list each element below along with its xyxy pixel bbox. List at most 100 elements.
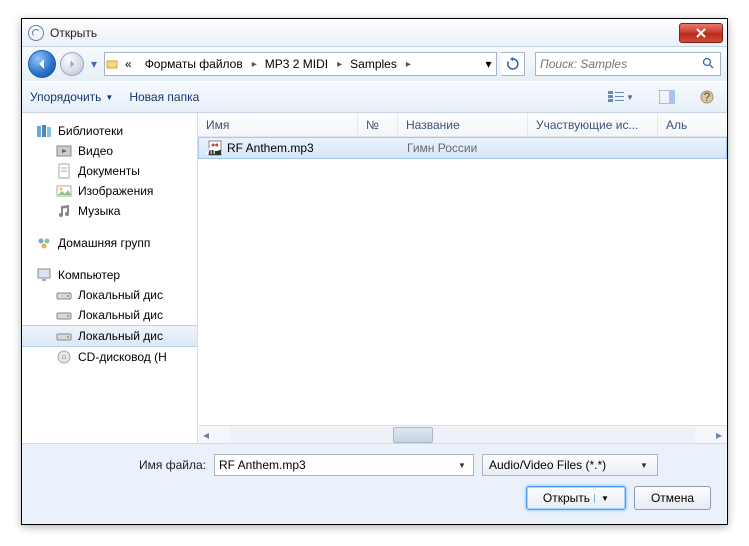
svg-text:?: ? xyxy=(704,90,711,104)
horizontal-scrollbar[interactable]: ◂ ▸ xyxy=(198,425,727,443)
filename-label: Имя файла: xyxy=(36,458,206,472)
sidebar-label: Изображения xyxy=(78,184,153,198)
drive-icon xyxy=(56,328,72,344)
chevron-down-icon: ▼ xyxy=(637,461,651,470)
sidebar-video[interactable]: Видео xyxy=(22,141,197,161)
scroll-left-button[interactable]: ◂ xyxy=(198,427,214,443)
organize-label: Упорядочить xyxy=(30,90,101,104)
col-artists[interactable]: Участвующие ис... xyxy=(528,113,658,136)
sidebar-label: Музыка xyxy=(78,204,120,218)
nav-forward-button[interactable] xyxy=(60,52,84,76)
breadcrumb-bar[interactable]: « Форматы файлов ▸ MP3 2 MIDI ▸ Samples … xyxy=(104,52,497,76)
breadcrumb-dropdown[interactable]: ▾ xyxy=(482,53,496,75)
drive-icon xyxy=(56,307,72,323)
view-list-icon xyxy=(608,90,626,104)
window-title: Открыть xyxy=(50,26,679,40)
sidebar-cd-drive[interactable]: CD-дисковод (H xyxy=(22,347,197,367)
images-icon xyxy=(56,183,72,199)
nav-back-button[interactable] xyxy=(28,50,56,78)
chevron-down-icon[interactable]: ▼ xyxy=(594,494,609,503)
nav-bar: ▾ « Форматы файлов ▸ MP3 2 MIDI ▸ Sample… xyxy=(22,47,727,81)
search-input[interactable] xyxy=(540,57,702,71)
filename-input[interactable] xyxy=(219,458,455,472)
app-icon xyxy=(28,25,44,41)
computer-icon xyxy=(36,267,52,283)
chevron-right-icon: ▸ xyxy=(335,59,344,70)
help-icon: ? xyxy=(699,89,715,105)
sidebar-localdisk-3[interactable]: Локальный дис xyxy=(22,325,197,347)
scroll-right-button[interactable]: ▸ xyxy=(711,427,727,443)
new-folder-button[interactable]: Новая папка xyxy=(129,90,199,104)
filename-combo[interactable]: ▼ xyxy=(214,454,474,476)
col-title[interactable]: Название xyxy=(398,113,528,136)
sidebar-label: CD-дисковод (H xyxy=(78,350,167,364)
sidebar-homegroup[interactable]: Домашняя групп xyxy=(22,233,197,253)
navigation-pane: Библиотеки Видео Документы Изображения М… xyxy=(22,113,198,443)
mp3-file-icon: MP3 xyxy=(207,140,223,156)
preview-pane-button[interactable] xyxy=(655,86,679,108)
close-button[interactable] xyxy=(679,23,723,43)
help-button[interactable]: ? xyxy=(695,86,719,108)
sidebar-music[interactable]: Музыка xyxy=(22,201,197,221)
cancel-button[interactable]: Отмена xyxy=(634,486,711,510)
nav-history-dropdown[interactable]: ▾ xyxy=(88,57,100,71)
file-filter-combo[interactable]: Audio/Video Files (*.*) ▼ xyxy=(482,454,658,476)
view-mode-button[interactable]: ▼ xyxy=(603,86,639,108)
sidebar-localdisk-2[interactable]: Локальный дис xyxy=(22,305,197,325)
breadcrumb-seg-formats[interactable]: Форматы файлов xyxy=(139,53,250,75)
search-icon xyxy=(702,57,716,72)
file-row[interactable]: MP3 RF Anthem.mp3 Гимн России xyxy=(198,137,727,159)
refresh-icon xyxy=(506,57,520,71)
search-box[interactable] xyxy=(535,52,721,76)
breadcrumb-seg-mp32midi[interactable]: MP3 2 MIDI xyxy=(259,53,335,75)
file-name-cell: MP3 RF Anthem.mp3 xyxy=(199,140,359,156)
folder-icon xyxy=(105,57,118,71)
sidebar-libraries[interactable]: Библиотеки xyxy=(22,121,197,141)
column-headers: Имя № Название Участвующие ис... Аль xyxy=(198,113,727,137)
chevron-down-icon: ▼ xyxy=(105,93,113,102)
title-bar: Открыть xyxy=(22,19,727,47)
organize-button[interactable]: Упорядочить ▼ xyxy=(30,90,113,104)
col-album[interactable]: Аль xyxy=(658,113,727,136)
breadcrumb-chevrons[interactable]: « xyxy=(119,53,139,75)
sidebar-images[interactable]: Изображения xyxy=(22,181,197,201)
open-label: Открыть xyxy=(543,491,590,505)
open-button[interactable]: Открыть ▼ xyxy=(526,486,626,510)
file-list-pane: Имя № Название Участвующие ис... Аль MP3… xyxy=(198,113,727,443)
col-number[interactable]: № xyxy=(358,113,398,136)
scroll-thumb[interactable] xyxy=(393,427,433,443)
filter-label: Audio/Video Files (*.*) xyxy=(489,458,637,472)
sidebar-documents[interactable]: Документы xyxy=(22,161,197,181)
sidebar-label: Домашняя групп xyxy=(58,236,150,250)
libraries-icon xyxy=(36,123,52,139)
sidebar-label: Компьютер xyxy=(58,268,120,282)
sidebar-label: Локальный дис xyxy=(78,308,163,322)
arrow-left-icon xyxy=(35,57,49,71)
refresh-button[interactable] xyxy=(501,52,525,76)
breadcrumb-root-icon[interactable] xyxy=(105,53,119,75)
cd-icon xyxy=(56,349,72,365)
breadcrumb-seg-samples[interactable]: Samples xyxy=(344,53,404,75)
toolbar: Упорядочить ▼ Новая папка ▼ ? xyxy=(22,81,727,113)
sidebar-localdisk-1[interactable]: Локальный дис xyxy=(22,285,197,305)
chevron-down-icon: ▼ xyxy=(626,93,634,102)
sidebar-label: Документы xyxy=(78,164,140,178)
sidebar-label: Библиотеки xyxy=(58,124,123,138)
sidebar-label: Локальный дис xyxy=(78,288,163,302)
video-icon xyxy=(56,143,72,159)
sidebar-label: Локальный дис xyxy=(78,329,163,343)
body-area: Библиотеки Видео Документы Изображения М… xyxy=(22,113,727,443)
drive-icon xyxy=(56,287,72,303)
sidebar-computer[interactable]: Компьютер xyxy=(22,265,197,285)
open-dialog: Открыть ▾ « Форматы файлов ▸ MP3 2 MIDI … xyxy=(21,18,728,525)
scroll-track[interactable] xyxy=(230,427,695,443)
homegroup-icon xyxy=(36,235,52,251)
col-name[interactable]: Имя xyxy=(198,113,358,136)
file-title-cell: Гимн России xyxy=(399,141,529,155)
file-name: RF Anthem.mp3 xyxy=(227,141,314,155)
chevron-down-icon[interactable]: ▼ xyxy=(455,461,469,470)
arrow-right-icon xyxy=(67,59,77,69)
chevron-right-icon: ▸ xyxy=(404,59,413,70)
preview-pane-icon xyxy=(659,90,675,104)
sidebar-label: Видео xyxy=(78,144,113,158)
